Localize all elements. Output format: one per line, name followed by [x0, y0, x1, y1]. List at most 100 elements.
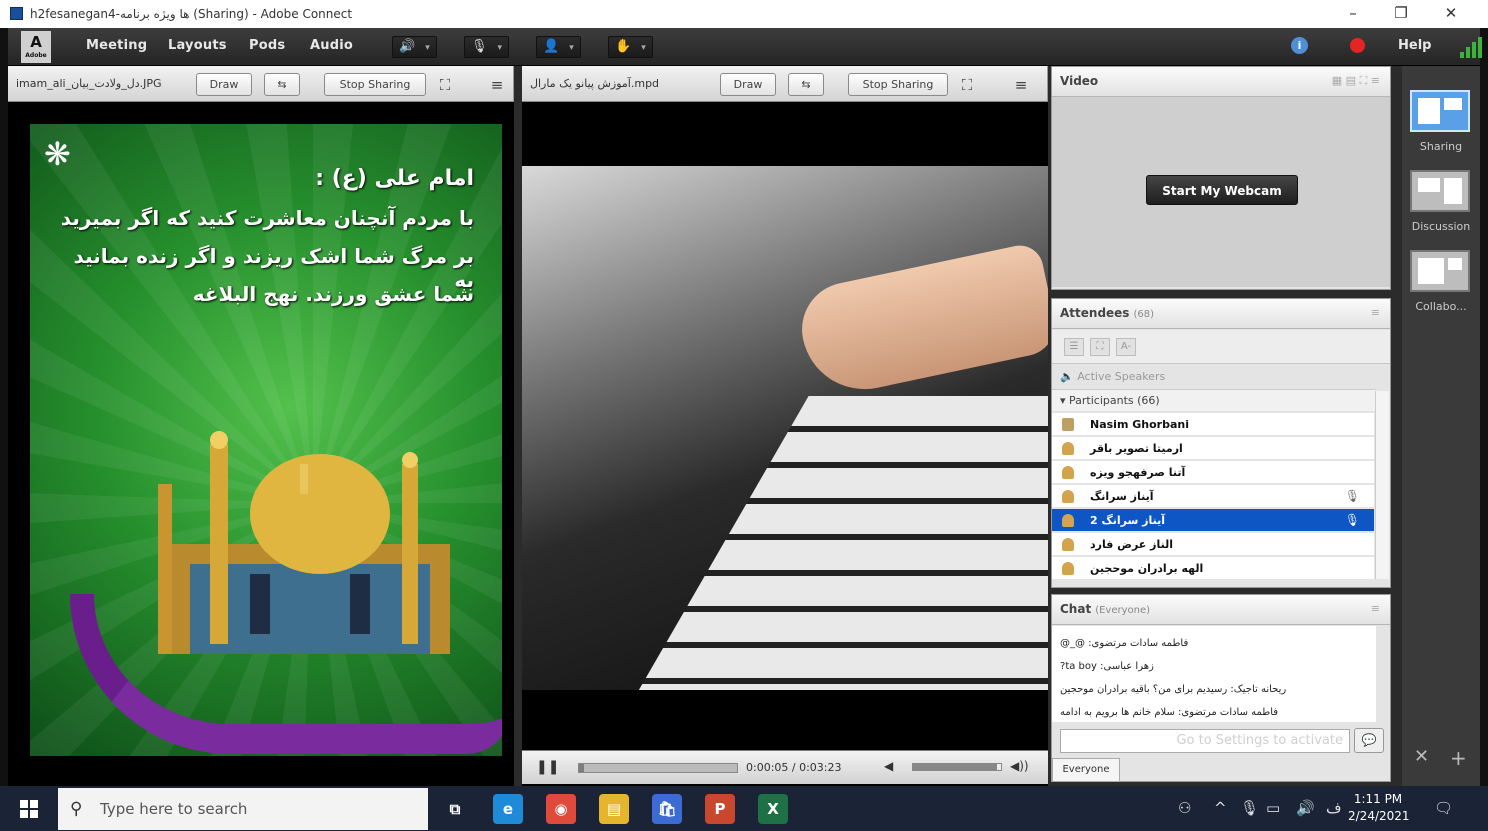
pod-menu-icon[interactable]: ≡ — [1371, 306, 1380, 319]
volume-low-icon[interactable]: ◀ — [884, 759, 893, 773]
attendee-row[interactable]: آیناز سرانگ 🎙 — [1052, 485, 1374, 508]
participants-header[interactable]: ▾ Participants (66) — [1052, 389, 1376, 411]
user-icon — [1062, 442, 1074, 455]
attendees-title: Attendees — [1060, 306, 1130, 320]
store-icon[interactable]: 🛍 — [652, 794, 682, 824]
clock-date: 2/24/2021 — [1348, 809, 1410, 823]
people-icon[interactable]: ⚇ — [1178, 799, 1191, 817]
add-layout-icon[interactable]: + — [1450, 746, 1467, 770]
list-view-icon[interactable]: ☰ — [1064, 338, 1084, 356]
volume-slider[interactable] — [912, 763, 1002, 771]
pod-menu-icon[interactable]: ≡ — [1371, 602, 1380, 615]
layout-sharing-label: Sharing — [1419, 140, 1463, 153]
chat-audience-tab[interactable]: Everyone — [1052, 758, 1120, 782]
clock-time: 1:11 PM — [1353, 792, 1403, 806]
fullscreen-icon[interactable]: ⛶ — [436, 76, 454, 94]
shared-filename: آموزش پیانو یک مارال.mpd — [530, 77, 660, 90]
tray-chevron-icon[interactable]: ^ — [1214, 799, 1227, 817]
chat-message: زهرا عباسی: ta boy? — [1060, 661, 1154, 672]
share-pod-toolbar: آموزش پیانو یک مارال.mpd Draw ⇆ Stop Sha… — [522, 66, 1048, 102]
attendee-row[interactable]: الهه برادران موحجین — [1052, 557, 1374, 580]
user-icon — [1062, 514, 1074, 527]
network-icon[interactable]: ▭ — [1266, 799, 1280, 817]
edge-icon[interactable]: e — [493, 794, 523, 824]
user-icon — [1062, 538, 1074, 551]
grid-view-icon[interactable]: ⛶ — [1090, 338, 1110, 356]
attendees-scrollbar[interactable] — [1375, 391, 1389, 579]
stop-sharing-button[interactable]: Stop Sharing — [848, 73, 948, 96]
shared-filename: imam_ali_دل_ولادت_بیان.JPG — [16, 77, 162, 90]
stop-sharing-button[interactable]: Stop Sharing — [324, 73, 426, 96]
draw-button[interactable]: Draw — [720, 73, 776, 96]
volume-icon[interactable]: 🔊 — [1296, 799, 1315, 817]
sort-icon[interactable]: A- — [1116, 338, 1136, 356]
pin-icon[interactable]: ✕ — [1414, 746, 1429, 767]
webcam-icon: 👤 — [543, 39, 560, 54]
excel-icon[interactable]: X — [758, 794, 788, 824]
microphone-icon: 🎙 — [471, 39, 488, 54]
microphone-toggle[interactable]: 🎙 ▾ — [464, 36, 510, 58]
video-pod: Video ▦ ▤ ⛶ ≡ Start My Webcam — [1051, 66, 1391, 290]
menu-pods[interactable]: Pods — [249, 38, 285, 53]
attendee-name: Nasim Ghorbani — [1090, 418, 1189, 431]
attendee-row[interactable]: آتنا صرفهجو ویزه — [1052, 461, 1374, 484]
maximize-button[interactable]: ❐ — [1386, 4, 1416, 22]
poster-line-2: با مردم آنچنان معاشرت کنید که اگر بمیرید — [60, 206, 474, 230]
webcam-area: Start My Webcam — [1052, 97, 1390, 287]
pod-menu-icon[interactable]: ≡ — [488, 76, 506, 94]
attendee-name: آیناز سرانگ 2 — [1090, 514, 1165, 527]
sync-button[interactable]: ⇆ — [788, 73, 824, 96]
chat-title: Chat — [1060, 602, 1092, 616]
webcam-toggle[interactable]: 👤 ▾ — [536, 36, 581, 58]
adobe-logo: A Adobe — [21, 31, 51, 63]
meeting-workspace: imam_ali_دل_ولادت_بیان.JPG Draw ⇆ Stop S… — [8, 66, 1480, 786]
close-button[interactable]: ✕ — [1436, 4, 1466, 22]
attendee-name: الناز عرض فارد — [1090, 538, 1173, 551]
send-message-icon[interactable]: 💬 — [1354, 728, 1384, 753]
logo-subtitle: Adobe — [25, 52, 47, 59]
windows-start-icon[interactable] — [20, 800, 38, 818]
video-pod-header: Video ▦ ▤ ⛶ ≡ — [1052, 67, 1390, 97]
search-placeholder: Type here to search — [100, 800, 248, 818]
help-menu[interactable]: Help — [1398, 38, 1431, 53]
layout-sharing[interactable] — [1410, 90, 1470, 132]
sync-button[interactable]: ⇆ — [264, 73, 300, 96]
speaker-toggle[interactable]: 🔊 ▾ — [392, 36, 437, 58]
volume-high-icon[interactable]: ◀)) — [1010, 759, 1029, 773]
start-webcam-button[interactable]: Start My Webcam — [1146, 175, 1298, 205]
pod-menu-icon[interactable]: ▦ ▤ ⛶ ≡ — [1332, 74, 1380, 88]
pause-button[interactable]: ❚❚ — [536, 759, 559, 775]
file-explorer-icon[interactable]: ▤ — [599, 794, 629, 824]
chrome-icon[interactable]: ◉ — [546, 794, 576, 824]
taskbar-search-box[interactable]: ⚲ Type here to search — [58, 788, 428, 830]
layouts-bar: Sharing Discussion Collabo... ✕ + — [1402, 66, 1480, 786]
task-view-icon[interactable]: ⧉ — [440, 794, 470, 824]
layout-collaboration[interactable] — [1410, 250, 1470, 292]
menu-audio[interactable]: Audio — [310, 38, 353, 53]
poster-line-1: امام علی (ع) : — [315, 166, 474, 191]
layout-discussion-label: Discussion — [1411, 220, 1471, 233]
chat-input[interactable]: Go to Settings to activate — [1060, 729, 1350, 753]
menu-layouts[interactable]: Layouts — [168, 38, 227, 53]
taskbar-clock[interactable]: 1:11 PM 2/24/2021 — [1348, 791, 1410, 825]
attendee-row[interactable]: ارمیتا تصویر باقر — [1052, 437, 1374, 460]
draw-button[interactable]: Draw — [196, 73, 252, 96]
info-icon[interactable]: i — [1291, 37, 1308, 54]
fullscreen-icon[interactable]: ⛶ — [958, 76, 976, 94]
pod-menu-icon[interactable]: ≡ — [1012, 76, 1030, 94]
language-icon[interactable]: ف — [1326, 799, 1342, 817]
minimize-button[interactable]: – — [1338, 4, 1368, 22]
notifications-icon[interactable]: 🗨 — [1434, 799, 1453, 817]
attendee-row[interactable]: آیناز سرانگ 2 🎙 — [1052, 509, 1374, 532]
powerpoint-icon[interactable]: P — [705, 794, 735, 824]
menu-meeting[interactable]: Meeting — [86, 38, 147, 53]
attendee-row[interactable]: الناز عرض فارد — [1052, 533, 1374, 556]
search-icon: ⚲ — [70, 799, 83, 819]
layout-discussion[interactable] — [1410, 170, 1470, 212]
attendee-row-host[interactable]: Nasim Ghorbani — [1052, 413, 1374, 436]
record-icon[interactable] — [1350, 38, 1365, 53]
connection-signal-icon — [1460, 36, 1482, 58]
seek-bar[interactable] — [578, 763, 738, 773]
raise-hand-toggle[interactable]: ✋ ▾ — [608, 36, 653, 58]
microphone-tray-icon[interactable]: 🎙 — [1240, 799, 1259, 817]
